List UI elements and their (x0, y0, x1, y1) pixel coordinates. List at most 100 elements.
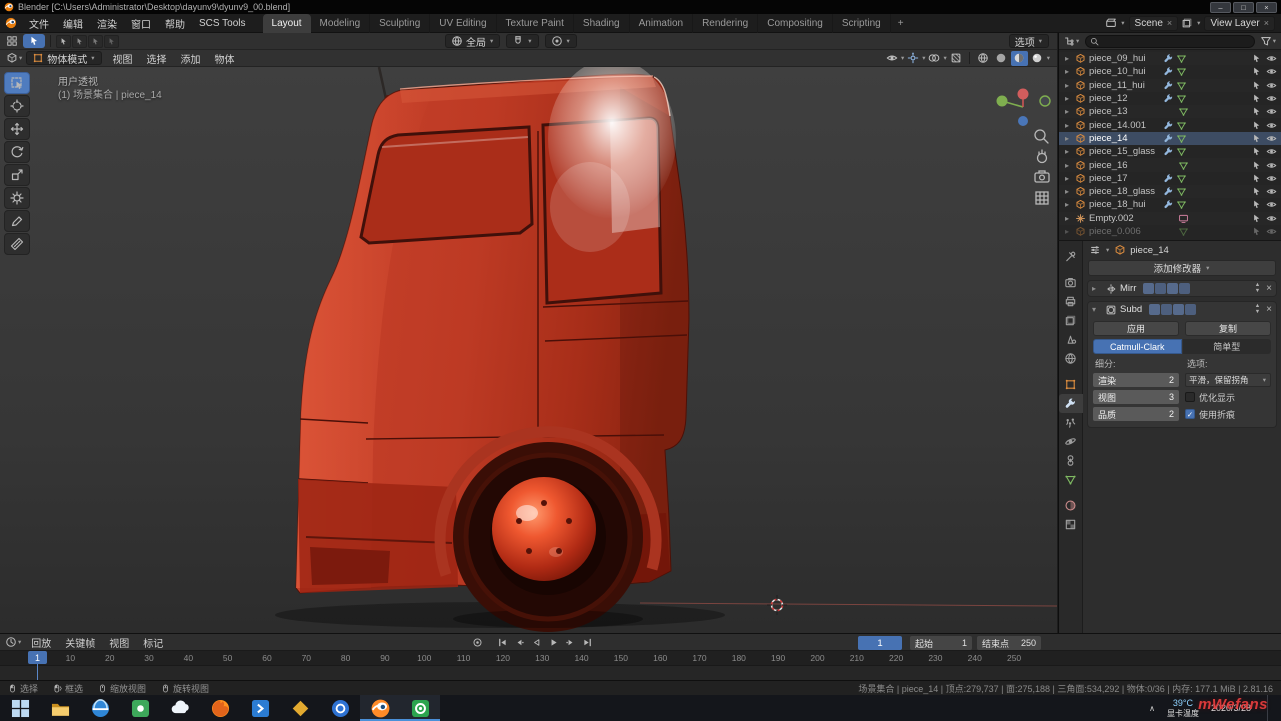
timeline-menu-view[interactable]: 视图 (102, 635, 136, 650)
tool-rotate[interactable] (4, 141, 30, 163)
viewport-3d[interactable] (0, 67, 1057, 633)
workspace-tab-layout[interactable]: Layout (263, 14, 311, 33)
xray-toggle-icon[interactable] (948, 52, 964, 64)
viewport-menu-object[interactable]: 物体 (208, 51, 242, 66)
shading-wireframe-button[interactable] (975, 51, 992, 66)
expand-icon[interactable]: ▸ (1065, 134, 1075, 143)
timeline-ruler[interactable]: 1102030405060708090100110120130140150160… (0, 651, 1281, 666)
hide-toggle-icon[interactable] (1266, 120, 1277, 131)
toggle-edit-mode[interactable] (1149, 304, 1160, 315)
workspace-tab-sculpting[interactable]: Sculpting (370, 14, 430, 33)
apply-button[interactable]: 应用 (1093, 321, 1179, 336)
timeline-menu-keying[interactable]: 关键帧 (58, 635, 102, 650)
gpu-temp-widget[interactable]: 39°C 显卡温度 (1167, 698, 1199, 718)
tool-move[interactable] (4, 118, 30, 140)
editor-type-icon[interactable] (6, 52, 18, 64)
outliner-row-piece_14[interactable]: ▸piece_14 (1059, 132, 1281, 145)
toggle-cage[interactable] (1185, 304, 1196, 315)
hide-toggle-icon[interactable] (1266, 160, 1277, 171)
breadcrumb-object[interactable]: piece_14 (1130, 245, 1169, 256)
taskbar-app-green[interactable] (120, 695, 160, 721)
expand-icon[interactable]: ▸ (1065, 147, 1075, 156)
workspace-tab-texture-paint[interactable]: Texture Paint (497, 14, 574, 33)
hide-toggle-icon[interactable] (1266, 186, 1277, 197)
shading-solid-button[interactable] (993, 51, 1010, 66)
hide-toggle-icon[interactable] (1266, 53, 1277, 64)
workspace-tab-compositing[interactable]: Compositing (758, 14, 833, 33)
selectable-toggle-icon[interactable] (1251, 93, 1262, 104)
outliner-row-piece_11_hui[interactable]: ▸piece_11_hui (1059, 79, 1281, 92)
next-keyframe-button[interactable] (563, 635, 578, 650)
properties-tab-render[interactable] (1059, 273, 1083, 292)
active-tool-button[interactable] (23, 34, 45, 48)
workspace-tab-animation[interactable]: Animation (630, 14, 693, 33)
properties-tab-constraints[interactable] (1059, 451, 1083, 470)
taskbar-app-gold[interactable] (280, 695, 320, 721)
snap-dropdown[interactable]: ▾ (506, 34, 538, 48)
properties-tab-scene[interactable] (1059, 330, 1083, 349)
expand-icon[interactable]: ▸ (1065, 94, 1075, 103)
toggle-realtime[interactable] (1161, 304, 1172, 315)
expand-icon[interactable]: ▸ (1065, 227, 1075, 236)
select-mode-set[interactable] (56, 35, 71, 48)
tool-annotate[interactable] (4, 210, 30, 232)
selectable-toggle-icon[interactable] (1251, 199, 1262, 210)
taskbar-code-editor[interactable] (240, 695, 280, 721)
outliner-row-piece_18_glass[interactable]: ▸piece_18_glass (1059, 185, 1281, 198)
minimize-button[interactable]: – (1210, 2, 1231, 13)
expand-icon[interactable]: ▸ (1092, 284, 1102, 293)
tool-transform[interactable] (4, 187, 30, 209)
menu-file[interactable]: 文件 (22, 16, 56, 31)
hide-toggle-icon[interactable] (1266, 93, 1277, 104)
properties-tab-material[interactable] (1059, 496, 1083, 515)
prev-keyframe-button[interactable] (512, 635, 527, 650)
outliner-editor-icon[interactable] (1063, 35, 1075, 47)
shading-material-button[interactable] (1011, 51, 1028, 66)
properties-tab-data[interactable] (1059, 470, 1083, 489)
expand-icon[interactable]: ▸ (1065, 187, 1075, 196)
quality-field[interactable]: 品质2 (1093, 407, 1179, 421)
modifier-name[interactable]: Mirr (1120, 283, 1136, 294)
outliner-row-piece_17[interactable]: ▸piece_17 (1059, 172, 1281, 185)
timeline-track[interactable] (0, 666, 1281, 679)
outliner-search-input[interactable] (1085, 35, 1254, 48)
use-creases-checkbox[interactable]: ✓ 使用折痕 (1185, 407, 1271, 421)
select-mode-subtract[interactable] (88, 35, 103, 48)
selectable-toggle-icon[interactable] (1251, 66, 1262, 77)
menu-edit[interactable]: 编辑 (56, 16, 90, 31)
select-mode-extend[interactable] (72, 35, 87, 48)
outliner-row-piece_13[interactable]: ▸piece_13 (1059, 105, 1281, 118)
view-layer-remove-icon[interactable]: × (1264, 18, 1269, 28)
viewport-menu-view[interactable]: 视图 (106, 51, 140, 66)
add-workspace-button[interactable]: + (891, 18, 911, 29)
scene-unlink-icon[interactable]: × (1167, 18, 1172, 28)
hide-toggle-icon[interactable] (1266, 80, 1277, 91)
tool-measure[interactable] (4, 233, 30, 255)
taskbar-blender[interactable] (360, 695, 400, 721)
select-mode-intersect[interactable] (104, 35, 119, 48)
hide-toggle-icon[interactable] (1266, 173, 1277, 184)
collapse-icon[interactable]: ▾ (1092, 305, 1102, 314)
mode-selector[interactable]: 物体模式 ▾ (26, 51, 101, 65)
hide-toggle-icon[interactable] (1266, 146, 1277, 157)
properties-tab-physics[interactable] (1059, 432, 1083, 451)
expand-icon[interactable]: ▸ (1065, 121, 1075, 130)
expand-icon[interactable]: ▸ (1065, 214, 1075, 223)
toggle-render[interactable] (1167, 283, 1178, 294)
toggle-edit-mode[interactable] (1143, 283, 1154, 294)
workspace-tab-modeling[interactable]: Modeling (311, 14, 371, 33)
current-frame-badge[interactable]: 1 (28, 651, 47, 664)
taskbar-screen-recorder[interactable] (400, 695, 440, 721)
expand-icon[interactable]: ▸ (1065, 107, 1075, 116)
expand-icon[interactable]: ▸ (1065, 174, 1075, 183)
properties-tab-object[interactable] (1059, 375, 1083, 394)
view-layer-selector[interactable]: View Layer × (1204, 16, 1275, 31)
gizmos-dropdown-icon[interactable] (905, 52, 921, 64)
properties-tab-world[interactable] (1059, 349, 1083, 368)
close-icon[interactable]: × (1266, 304, 1272, 315)
timeline-menu-playback[interactable]: 回放 (24, 635, 58, 650)
selectable-toggle-icon[interactable] (1251, 186, 1262, 197)
play-button[interactable] (546, 635, 561, 650)
expand-icon[interactable]: ▸ (1065, 161, 1075, 170)
menu-help[interactable]: 帮助 (158, 16, 192, 31)
